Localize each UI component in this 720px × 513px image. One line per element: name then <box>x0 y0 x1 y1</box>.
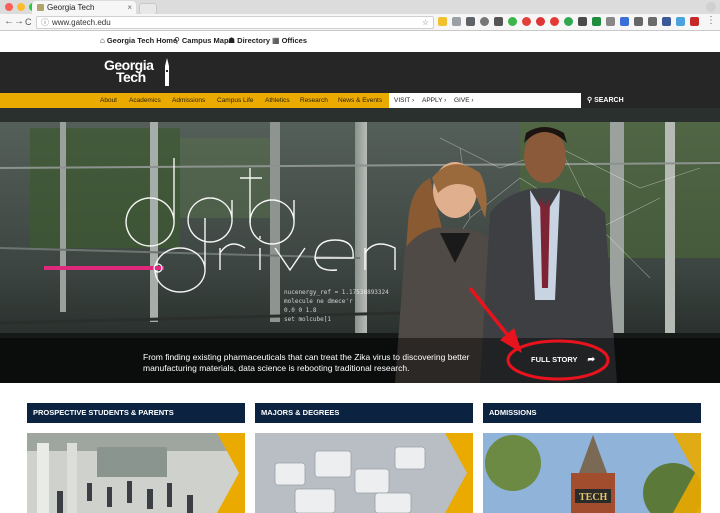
visit-link[interactable]: VISIT › <box>394 93 414 108</box>
nav-item-campus-life[interactable]: Campus Life <box>217 93 254 108</box>
browser-tab[interactable]: Georgia Tech × <box>32 1 136 14</box>
site-header: Georgia Tech <box>0 52 720 93</box>
extension-icon[interactable] <box>620 17 629 26</box>
utility-link-label: Georgia Tech Home <box>106 36 178 45</box>
extension-icon[interactable] <box>452 17 461 26</box>
card-image[interactable] <box>255 433 473 513</box>
apply-link[interactable]: APPLY › <box>422 93 446 108</box>
code-line: 0.0 0 1.8 <box>284 307 317 314</box>
card-image[interactable] <box>27 433 245 513</box>
card-admissions[interactable]: ADMISSIONS TECH <box>483 403 701 513</box>
card-image[interactable]: TECH <box>483 433 701 513</box>
utility-link-georgia-tech-home[interactable]: ⌂ Georgia Tech Home <box>100 36 177 45</box>
svg-text:TECH: TECH <box>579 492 608 503</box>
hero-word-driven: driven <box>0 108 3 109</box>
browser-toolbar: ← → C ⓘ www.gatech.edu ☆ ⋮ <box>0 14 720 31</box>
hero-photo <box>0 108 720 383</box>
extension-icon[interactable] <box>592 17 601 26</box>
card-majors-degrees[interactable]: MAJORS & DEGREES <box>255 403 473 513</box>
utility-link-directory[interactable]: ☗ Directory <box>228 36 270 45</box>
nav-item-about[interactable]: About <box>100 93 117 108</box>
code-line: molecule ne dmece'r <box>284 298 353 305</box>
card-title[interactable]: MAJORS & DEGREES <box>255 403 473 423</box>
search-button[interactable]: ⚲ SEARCH <box>581 93 720 108</box>
utility-link-offices[interactable]: ▦ Offices <box>272 36 307 45</box>
minimize-window-button[interactable] <box>17 3 25 11</box>
close-window-button[interactable] <box>5 3 13 11</box>
home-icon: ⌂ <box>100 36 105 45</box>
extension-icon[interactable] <box>550 17 559 26</box>
tab-title: Georgia Tech <box>47 3 95 12</box>
card-prospective-students[interactable]: PROSPECTIVE STUDENTS & PARENTS <box>27 403 245 513</box>
main-navigation: About Academics Admissions Campus Life A… <box>0 93 720 108</box>
utility-link-label: Directory <box>237 36 271 45</box>
back-icon[interactable]: ← <box>4 16 14 28</box>
map-pin-icon: ⚲ <box>174 36 180 45</box>
full-story-button[interactable]: FULL STORY ➦ <box>531 354 595 365</box>
extension-icon[interactable] <box>522 17 531 26</box>
share-arrow-icon: ➦ <box>587 354 596 364</box>
nav-item-academics[interactable]: Academics <box>129 93 161 108</box>
extension-icon[interactable] <box>676 17 685 26</box>
extension-icon[interactable] <box>690 17 699 26</box>
gatech-favicon-icon <box>37 4 44 11</box>
reload-icon[interactable]: C <box>25 16 32 28</box>
magenta-accent-bar <box>44 266 164 270</box>
extension-icon[interactable] <box>648 17 657 26</box>
extension-icon[interactable] <box>578 17 587 26</box>
action-links: VISIT › APPLY › GIVE › <box>389 93 583 108</box>
nav-item-athletics[interactable]: Athletics <box>265 93 290 108</box>
hero-banner: nucenergy_ref = 1.17538893324 molecule n… <box>0 108 720 383</box>
nav-item-admissions[interactable]: Admissions <box>172 93 205 108</box>
nav-item-research[interactable]: Research <box>300 93 328 108</box>
search-label: SEARCH <box>594 97 624 104</box>
browser-menu-icon[interactable]: ⋮ <box>706 15 716 26</box>
site-info-icon[interactable]: ⓘ <box>41 17 49 28</box>
person-icon: ☗ <box>228 36 236 45</box>
address-bar[interactable]: ⓘ www.gatech.edu ☆ <box>36 16 434 29</box>
extension-icon[interactable] <box>480 17 489 26</box>
extension-icon[interactable] <box>606 17 615 26</box>
search-icon: ⚲ <box>587 97 593 104</box>
extension-icon[interactable] <box>508 17 517 26</box>
nav-item-news-events[interactable]: News & Events <box>338 93 382 108</box>
extension-icon[interactable] <box>536 17 545 26</box>
extension-icon[interactable] <box>466 17 475 26</box>
building-icon: ▦ <box>272 36 280 45</box>
browser-tab-bar: Georgia Tech × <box>0 0 720 15</box>
extension-icon[interactable] <box>634 17 643 26</box>
extension-icon[interactable] <box>564 17 573 26</box>
card-title[interactable]: PROSPECTIVE STUDENTS & PARENTS <box>27 403 245 423</box>
code-line: set molcube[1 <box>284 316 331 323</box>
tab-close-icon[interactable]: × <box>127 1 132 14</box>
bookmark-star-icon[interactable]: ☆ <box>422 17 429 28</box>
utility-link-campus-map[interactable]: ⚲ Campus Map <box>174 36 229 45</box>
give-link[interactable]: GIVE › <box>454 93 474 108</box>
utility-link-label: Offices <box>281 36 307 45</box>
url-text[interactable]: www.gatech.edu <box>52 17 111 28</box>
extension-icon[interactable] <box>662 17 671 26</box>
code-line: nucenergy_ref = 1.17538893324 <box>284 289 389 296</box>
utility-link-label: Campus Map <box>181 36 229 45</box>
hero-caption: From finding existing pharmaceuticals th… <box>143 352 470 373</box>
code-overlay: nucenergy_ref = 1.17538893324 molecule n… <box>284 288 389 324</box>
georgia-tech-logo[interactable]: Georgia Tech <box>104 58 154 84</box>
full-story-label: FULL STORY <box>531 355 578 364</box>
extension-icon[interactable] <box>494 17 503 26</box>
tech-tower-logo-icon <box>165 58 169 86</box>
utility-bar: ⌂ Georgia Tech Home ⚲ Campus Map ☗ Director… <box>0 31 720 52</box>
forward-icon[interactable]: → <box>14 16 24 28</box>
extension-icon[interactable] <box>438 17 447 26</box>
profile-icon[interactable] <box>706 2 716 12</box>
card-title[interactable]: ADMISSIONS <box>483 403 701 423</box>
